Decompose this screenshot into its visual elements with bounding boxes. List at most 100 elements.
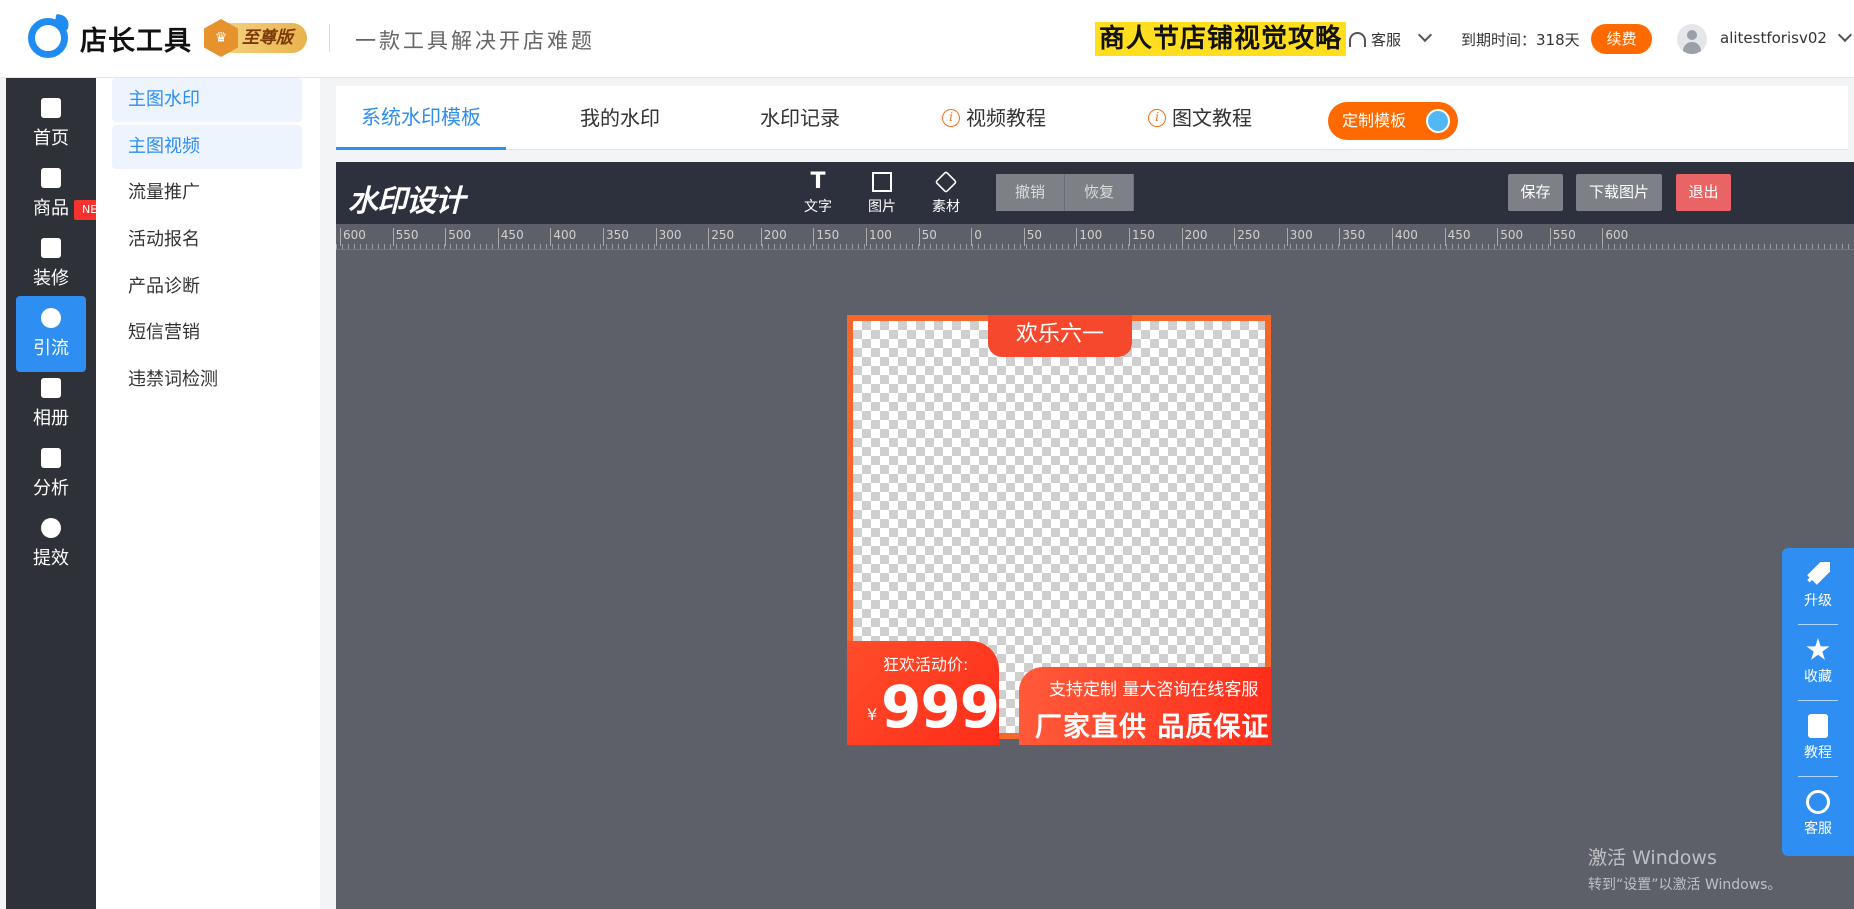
app-logo[interactable]: 店长工具 ♛ 至尊版 bbox=[28, 18, 307, 58]
tool-label: 图片 bbox=[868, 199, 896, 215]
ruler-tick-label: 0 bbox=[971, 228, 982, 246]
image-tool[interactable]: 图片 bbox=[860, 170, 904, 216]
nav-item-home[interactable]: 首页 bbox=[16, 86, 86, 162]
tab-label: 图文教程 bbox=[1172, 106, 1252, 130]
star-icon bbox=[1806, 638, 1830, 660]
tool-label: 文字 bbox=[804, 199, 832, 215]
bag-icon bbox=[41, 168, 61, 188]
undo-button[interactable]: 撤销 bbox=[996, 174, 1065, 211]
material-tool[interactable]: 素材 bbox=[924, 170, 968, 216]
document-icon bbox=[1808, 714, 1828, 738]
slogan-line-2: 厂家直供 品质保证 bbox=[1035, 712, 1270, 743]
brush-icon bbox=[41, 238, 61, 258]
ruler-tick-label: 300 bbox=[655, 228, 682, 246]
ruler-tick-label: 400 bbox=[550, 228, 576, 246]
ruler-tick-label: 450 bbox=[1444, 228, 1471, 246]
currency-symbol: ¥ bbox=[867, 705, 878, 724]
upgrade-button[interactable]: 升级 bbox=[1782, 548, 1854, 620]
holiday-label[interactable]: 欢乐六一 bbox=[988, 315, 1132, 357]
nav-item-analysis[interactable]: 分析 bbox=[16, 436, 86, 512]
chevron-down-icon[interactable] bbox=[1417, 27, 1433, 43]
editor-title: 水印设计 bbox=[348, 184, 465, 219]
customer-service-button[interactable]: 客服 bbox=[1782, 776, 1854, 848]
username[interactable]: alitestforisv02 bbox=[1720, 29, 1827, 47]
mascot-icon bbox=[1426, 109, 1450, 133]
slogan-bar[interactable]: 支持定制 量大咨询在线客服 厂家直供 品质保证 bbox=[1019, 667, 1271, 745]
ruler-tick-label: 200 bbox=[1181, 228, 1208, 246]
submenu-item-sms[interactable]: 短信营销 bbox=[112, 311, 302, 355]
vip-badge: ♛ 至尊版 bbox=[204, 19, 307, 57]
ruler-tick-label: 150 bbox=[1129, 228, 1155, 246]
nav-item-efficiency[interactable]: 提效 bbox=[16, 506, 86, 582]
nav-item-album[interactable]: 相册 bbox=[16, 366, 86, 442]
ruler-tick-label: 100 bbox=[1076, 228, 1102, 246]
submenu-item-forbidden-words[interactable]: 违禁词检测 bbox=[112, 358, 302, 402]
tutorial-button[interactable]: 教程 bbox=[1782, 700, 1854, 772]
nav-item-goods[interactable]: 商品 bbox=[16, 156, 86, 232]
price-box[interactable]: 狂欢活动价: ¥ 999 bbox=[847, 641, 1000, 745]
ruler-tick-label: 350 bbox=[1339, 228, 1365, 246]
favorite-button[interactable]: 收藏 bbox=[1782, 624, 1854, 696]
price-label: 狂欢活动价: bbox=[883, 655, 969, 674]
customer-service-icon bbox=[1806, 790, 1830, 814]
album-icon bbox=[41, 378, 61, 398]
redo-button[interactable]: 恢复 bbox=[1065, 174, 1134, 211]
clock-icon bbox=[41, 518, 61, 538]
main-content: 系统水印模板 我的水印 水印记录 i 视频教程 i 图文教程 定制模板 水印设计… bbox=[336, 86, 1854, 909]
tab-label: 水印记录 bbox=[760, 106, 840, 130]
text-tool[interactable]: T 文字 bbox=[796, 170, 840, 216]
tab-graphic-tutorial[interactable]: i 图文教程 bbox=[1148, 86, 1252, 150]
windows-activation-watermark: 激活 Windows 转到“设置”以激活 Windows。 bbox=[1588, 843, 1781, 894]
ruler-tick-label: 350 bbox=[603, 228, 629, 246]
main-nav: 首页 商品 NEW 装修 引流 相册 分析 提效 bbox=[6, 78, 116, 909]
tab-bar: 系统水印模板 我的水印 水印记录 i 视频教程 i 图文教程 定制模板 bbox=[336, 86, 1848, 150]
service-menu[interactable]: 客服 bbox=[1349, 29, 1401, 50]
tab-my-watermark[interactable]: 我的水印 bbox=[580, 86, 660, 150]
submenu-item-activity[interactable]: 活动报名 bbox=[112, 218, 302, 262]
watermark-canvas[interactable]: 欢乐六一 狂欢活动价: ¥ 999 支持定制 量大咨询在线客服 厂家直供 品质保… bbox=[847, 315, 1271, 745]
nav-item-label: 分析 bbox=[33, 478, 69, 499]
ruler-tick-label: 250 bbox=[708, 228, 734, 246]
nav-item-decorate[interactable]: 装修 bbox=[16, 226, 86, 302]
tab-watermark-records[interactable]: 水印记录 bbox=[760, 86, 840, 150]
ruler-tick-label: 500 bbox=[1497, 228, 1523, 246]
ruler-tick-label: 600 bbox=[1602, 228, 1628, 246]
submenu-item-diagnosis[interactable]: 产品诊断 bbox=[112, 265, 302, 309]
activation-title: 激活 Windows bbox=[1588, 847, 1717, 869]
ruler-tick-label: 300 bbox=[1286, 228, 1313, 246]
app-slogan: 一款工具解决开店难题 bbox=[355, 29, 595, 53]
activation-hint: 转到“设置”以激活 Windows。 bbox=[1588, 877, 1782, 893]
renew-button[interactable]: 续费 bbox=[1591, 24, 1652, 54]
floating-tool-panel: 升级 收藏 教程 客服 bbox=[1782, 548, 1854, 856]
exit-button[interactable]: 退出 bbox=[1676, 174, 1731, 211]
nav-item-label: 装修 bbox=[33, 268, 69, 289]
tab-video-tutorial[interactable]: i 视频教程 bbox=[942, 86, 1046, 150]
nav-item-label: 提效 bbox=[33, 548, 69, 569]
tab-system-templates[interactable]: 系统水印模板 bbox=[336, 86, 506, 150]
slogan-line-1: 支持定制 量大咨询在线客服 bbox=[1049, 680, 1259, 700]
rocket-icon bbox=[1807, 562, 1830, 585]
float-label: 收藏 bbox=[1804, 669, 1832, 685]
avatar[interactable] bbox=[1677, 24, 1707, 54]
home-icon bbox=[41, 98, 61, 118]
submenu-item-promotion[interactable]: 流量推广 bbox=[112, 171, 302, 215]
info-icon: i bbox=[1148, 109, 1166, 127]
save-button[interactable]: 保存 bbox=[1508, 174, 1563, 211]
nav-item-label: 首页 bbox=[33, 128, 69, 149]
submenu-item-watermark[interactable]: 主图水印 bbox=[112, 78, 302, 122]
download-image-button[interactable]: 下载图片 bbox=[1576, 174, 1662, 211]
submenu-item-video[interactable]: 主图视频 bbox=[112, 125, 302, 169]
tool-label: 素材 bbox=[932, 199, 960, 215]
ruler-tick-label: 600 bbox=[340, 228, 366, 246]
ruler-tick-label: 400 bbox=[1392, 228, 1418, 246]
nav-item-label: 相册 bbox=[33, 408, 69, 429]
price-value: 999 bbox=[881, 673, 1000, 741]
promo-banner[interactable]: 商人节店铺视觉攻略 bbox=[1095, 22, 1347, 56]
logo-icon bbox=[28, 18, 68, 58]
nav-item-traffic[interactable]: 引流 bbox=[16, 296, 86, 372]
user-chevron-down-icon[interactable] bbox=[1837, 27, 1853, 43]
ruler-tick-label: 50 bbox=[1023, 228, 1042, 246]
ruler-tick-label: 450 bbox=[497, 228, 524, 246]
custom-template-button[interactable]: 定制模板 bbox=[1328, 102, 1458, 140]
nav-item-label: 引流 bbox=[33, 338, 69, 359]
